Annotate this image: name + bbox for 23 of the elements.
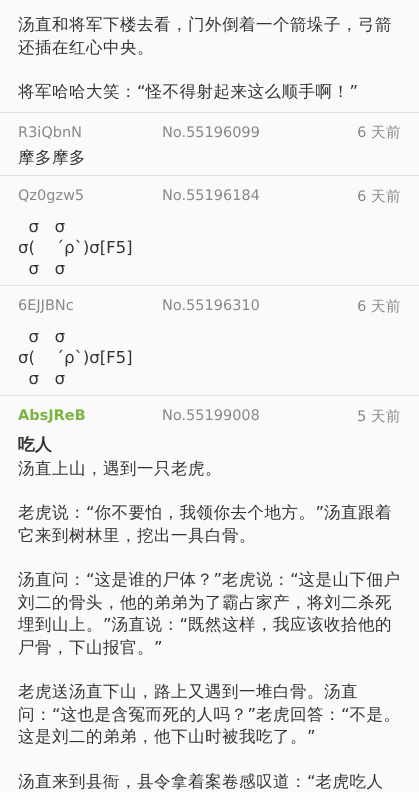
post-time: 5 天前 (357, 408, 401, 426)
post-text: 摩多摩多 (18, 146, 87, 168)
post-time: 6 天前 (357, 188, 401, 206)
post-text: 将军哈哈大笑：“怪不得射起来这么顺手啊！” (18, 81, 360, 103)
post-time: 6 天前 (357, 124, 401, 142)
post-text: 汤直问：“这是谁的尸体？”老虎说：“这是山下佃户刘二的骨头，他的弟弟为了霸占家产，将刘二杀死埋到山上。”汤直说：“既然这样，我应该收拾他的尸骨，下山报官。” (18, 569, 401, 658)
post-number: No.55196184 (162, 188, 261, 204)
user-id: Qz0gzw5 (18, 188, 86, 204)
post-text: 汤直和将军下楼去看，门外倒着一个箭垛子，弓箭还插在红心中央。 (18, 14, 393, 58)
user-id: 6EJJBNc (18, 298, 75, 314)
user-id: AbsJReB (18, 408, 87, 424)
post-text: 老虎送汤直下山，路上又遇到一堆白骨。汤直问：“这也是含冤而死的人吗？”老虎回答：“不是。这是刘二的弟弟，他下山时被我吃了。” (18, 681, 401, 748)
post-time: 6 天前 (357, 298, 401, 316)
post-text: 老虎说：“你不要怕，我领你去个地方。”汤直跟着它来到树林里，挖出一具白骨。 (18, 502, 394, 546)
emoticon-text: σ σ σ( ´ρ`)σ[F5] σ σ (18, 216, 134, 279)
emoticon-text: σ σ σ( ´ρ`)σ[F5] σ σ (18, 326, 134, 389)
post-number: No.55196099 (162, 124, 261, 140)
post-text: 汤直来到县衙，县令拿着案卷感叹道：“老虎吃人 (18, 770, 385, 792)
post-text: 汤直上山，遇到一只老虎。 (18, 458, 223, 480)
post-number: No.55199008 (162, 408, 261, 424)
post-number: No.55196310 (162, 298, 261, 314)
post-title: 吃人 (18, 434, 53, 457)
user-id: R3iQbnN (18, 124, 83, 140)
